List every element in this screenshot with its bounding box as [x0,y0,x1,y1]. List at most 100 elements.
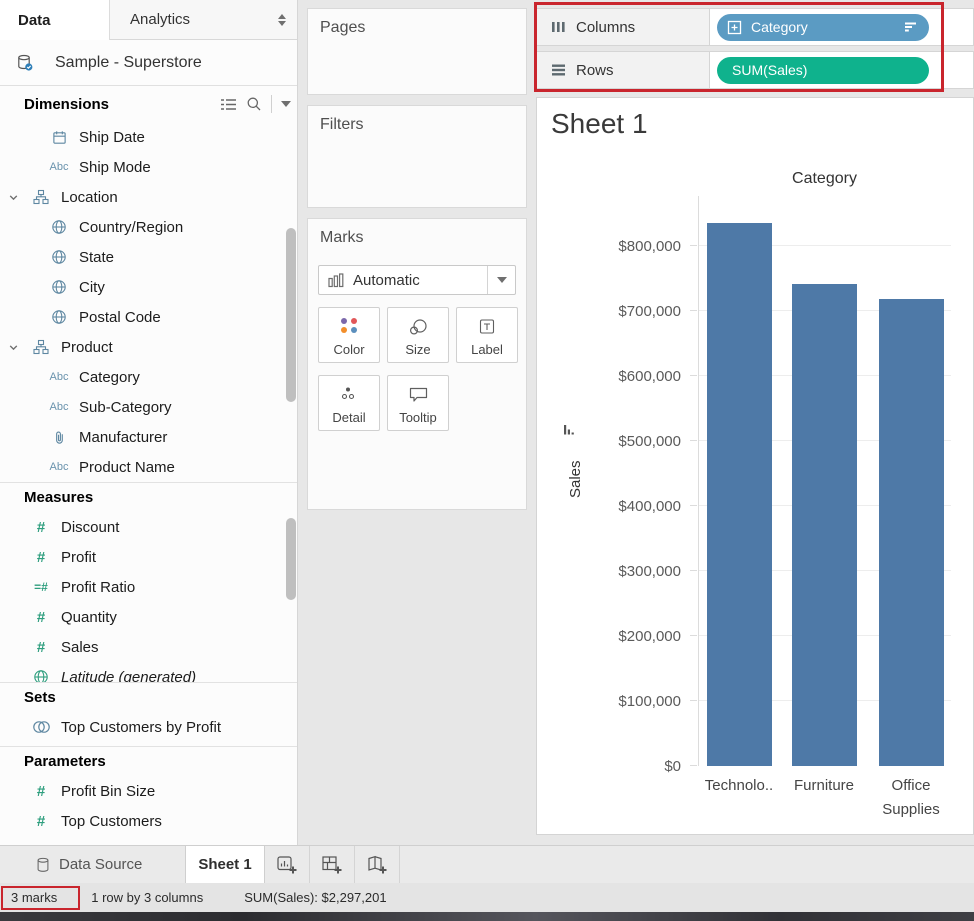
datasource-item[interactable]: Sample - Superstore [0,40,297,86]
tab-sheet-1-label: Sheet 1 [198,856,251,873]
tab-analytics[interactable]: Analytics [110,0,297,40]
field-latitude-generated[interactable]: Latitude (generated) [0,662,297,682]
new-dashboard-button[interactable] [310,846,355,883]
sheet-title: Sheet 1 [551,108,648,140]
rows-shelf[interactable]: Rows SUM(Sales) [536,51,974,89]
sheet-tab-bar: Data Source Sheet 1 [0,845,974,883]
y-tick-mark [690,245,697,246]
rows-shelf-label: Rows [576,62,614,79]
pages-shelf[interactable]: Pages [307,8,527,95]
chevron-expanded-icon[interactable] [8,342,24,353]
mark-type-value: Automatic [353,272,420,289]
size-button[interactable]: Size [387,307,449,363]
field-product-hierarchy[interactable]: Product [0,332,297,362]
bar-office-supplies[interactable] [879,299,944,766]
field-ship-date[interactable]: Ship Date [0,122,297,152]
parameters-header-label: Parameters [24,753,106,770]
pill-sum-sales[interactable]: SUM(Sales) [717,57,929,84]
field-location-hierarchy[interactable]: Location [0,182,297,212]
columns-shelf[interactable]: Columns Category [536,8,974,46]
size-circles-icon [388,318,448,336]
sales-axis-label[interactable]: Sales [567,460,584,498]
field-profit-ratio[interactable]: =# Profit Ratio [0,572,297,602]
separator [271,95,272,113]
bar-technology[interactable] [707,223,772,766]
y-tick-label: $300,000 [618,563,681,580]
detail-dots-icon [319,386,379,401]
scrollbar-thumb[interactable] [286,228,296,402]
worksheet-view: Sheet 1 Category $0$100,000$200,000$300,… [536,97,974,835]
tab-data[interactable]: Data [0,0,110,40]
measures-header-label: Measures [24,489,93,506]
field-sales[interactable]: # Sales [0,632,297,662]
field-product-name[interactable]: Abc Product Name [0,452,297,482]
dimensions-header-label: Dimensions [24,96,109,113]
tab-sheet-1[interactable]: Sheet 1 [186,846,265,883]
x-tick-furniture[interactable]: Furniture [782,774,866,798]
tooltip-button[interactable]: Tooltip [387,375,449,431]
data-pane: Data Analytics Sample - Superstore [0,0,298,845]
search-icon[interactable] [246,96,262,112]
venn-icon [30,720,52,734]
category-axis-header[interactable]: Category [698,170,951,188]
pill-sum-sales-label: SUM(Sales) [732,62,807,78]
field-city[interactable]: City [0,272,297,302]
number-icon: # [30,609,52,626]
param-profit-bin-size[interactable]: # Profit Bin Size [0,776,297,806]
marks-count: 3 marks [11,890,57,905]
label-button[interactable]: Label [456,307,518,363]
field-profit[interactable]: # Profit [0,542,297,572]
columns-icon [551,20,566,34]
scrollbar-thumb[interactable] [286,518,296,600]
dimensions-list: Ship Date Abc Ship Mode Location Countr [0,122,297,482]
field-manufacturer[interactable]: Manufacturer [0,422,297,452]
detail-button[interactable]: Detail [318,375,380,431]
field-category[interactable]: Abc Category [0,362,297,392]
bar-furniture[interactable] [792,284,857,766]
sets-header-label: Sets [24,689,56,706]
rows-drop-zone[interactable]: SUM(Sales) [709,52,973,88]
field-postal-code[interactable]: Postal Code [0,302,297,332]
field-sub-category[interactable]: Abc Sub-Category [0,392,297,422]
field-discount[interactable]: # Discount [0,512,297,542]
dropdown-arrow[interactable] [487,266,515,294]
data-pane-tabs: Data Analytics [0,0,297,40]
chevron-expanded-icon[interactable] [8,192,24,203]
new-story-button[interactable] [355,846,400,883]
x-tick-office-supplies[interactable]: Office Supplies [869,774,953,822]
y-tick-label: $100,000 [618,693,681,710]
chevron-down-icon[interactable] [281,101,291,107]
filters-shelf[interactable]: Filters [307,105,527,208]
y-tick-mark [690,700,697,701]
globe-icon [48,249,70,265]
hierarchy-icon [30,339,52,355]
sort-descending-icon[interactable] [904,21,917,33]
field-ship-mode[interactable]: Abc Ship Mode [0,152,297,182]
columns-drop-zone[interactable]: Category [709,9,973,45]
color-button[interactable]: Color [318,307,380,363]
plot-area: Technolo.. Furniture Office Supplies [698,196,951,766]
axis-sort-descending-icon[interactable] [563,424,575,436]
new-worksheet-button[interactable] [265,846,310,883]
tab-data-source[interactable]: Data Source [0,846,186,883]
mark-type-dropdown[interactable]: Automatic [318,265,516,295]
pill-category[interactable]: Category [717,14,929,41]
squared-plus-icon[interactable] [727,20,742,35]
y-tick-mark [690,765,697,766]
status-bar: 3 marks 1 row by 3 columns SUM(Sales): $… [0,883,974,912]
param-top-customers[interactable]: # Top Customers [0,806,297,836]
abc-icon: Abc [48,371,70,383]
set-top-customers-by-profit[interactable]: Top Customers by Profit [0,712,297,742]
field-state[interactable]: State [0,242,297,272]
field-quantity[interactable]: # Quantity [0,602,297,632]
y-tick-label: $600,000 [618,368,681,385]
field-country-region[interactable]: Country/Region [0,212,297,242]
view-data-grid-icon[interactable] [220,97,237,112]
abc-icon: Abc [48,401,70,413]
number-icon: # [30,549,52,566]
x-tick-technology[interactable]: Technolo.. [697,774,781,798]
y-tick-mark [690,375,697,376]
y-tick-label: $200,000 [618,628,681,645]
columns-shelf-label: Columns [576,19,635,36]
tooltip-bubble-icon [388,386,448,403]
